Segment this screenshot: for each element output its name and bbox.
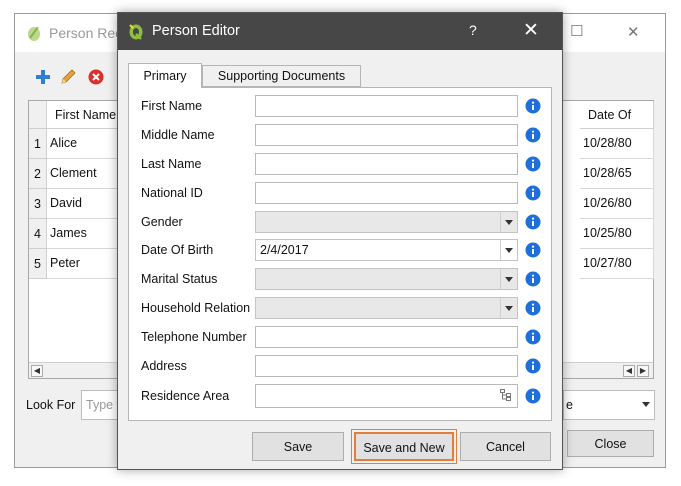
scroll-right-icon[interactable]: ▶ (637, 365, 649, 377)
close-icon[interactable]: ✕ (627, 23, 640, 41)
national-id-field[interactable] (255, 182, 518, 204)
middle-name-field[interactable] (255, 124, 518, 146)
save-button[interactable]: Save (252, 432, 344, 461)
gender-combo[interactable] (255, 211, 518, 233)
close-button[interactable]: Close (567, 430, 654, 457)
app-logo-icon (28, 26, 40, 41)
telephone-number-label: Telephone Number (141, 330, 247, 344)
date-of-birth-combo[interactable]: 2/4/2017 (255, 239, 518, 261)
search-column-combo[interactable]: e (563, 390, 655, 420)
chevron-down-icon (505, 248, 513, 253)
chevron-down-icon (505, 306, 513, 311)
household-relation-label: Household Relation (141, 301, 251, 315)
residence-area-label: Residence Area (141, 389, 230, 403)
last-name-label: Last Name (141, 157, 202, 171)
chevron-down-icon (505, 277, 513, 282)
gender-label: Gender (141, 215, 183, 229)
close-icon[interactable]: ✕ (523, 19, 539, 41)
tab-supporting-documents[interactable]: Supporting Documents (202, 65, 361, 87)
info-icon[interactable] (525, 388, 541, 404)
last-name-field[interactable] (255, 153, 518, 175)
table-cell-date[interactable]: 10/26/80 (580, 189, 654, 219)
date-of-birth-value: 2/4/2017 (260, 243, 309, 257)
person-editor-dialog: Person Editor ? ✕ Primary Supporting Doc… (117, 12, 563, 470)
info-icon[interactable] (525, 214, 541, 230)
look-for-label: Look For (26, 398, 76, 412)
delete-icon[interactable] (87, 68, 105, 86)
table-cell-date[interactable]: 10/25/80 (580, 219, 654, 249)
marital-status-label: Marital Status (141, 272, 218, 286)
info-icon[interactable] (525, 242, 541, 258)
household-relation-combo[interactable] (255, 297, 518, 319)
row-header[interactable]: 1 (29, 129, 47, 159)
info-icon[interactable] (525, 358, 541, 374)
tree-browse-icon[interactable] (500, 389, 513, 401)
info-icon[interactable] (525, 329, 541, 345)
save-and-new-button[interactable]: Save and New (351, 429, 457, 464)
telephone-number-field[interactable] (255, 326, 518, 348)
first-name-field[interactable] (255, 95, 518, 117)
address-field[interactable] (255, 355, 518, 377)
dialog-title: Person Editor (152, 23, 240, 39)
residence-area-field[interactable] (255, 384, 518, 408)
search-column-combo-value: e (566, 398, 573, 412)
cancel-button[interactable]: Cancel (460, 432, 551, 461)
middle-name-label: Middle Name (141, 128, 215, 142)
info-icon[interactable] (525, 271, 541, 287)
tab-primary[interactable]: Primary (128, 63, 202, 88)
first-name-label: First Name (141, 99, 203, 113)
column-header-date[interactable]: Date Of (580, 101, 654, 129)
help-icon[interactable]: ? (469, 22, 477, 38)
info-icon[interactable] (525, 156, 541, 172)
info-icon[interactable] (525, 300, 541, 316)
national-id-label: National ID (141, 186, 203, 200)
chevron-down-icon (642, 402, 650, 407)
row-header[interactable]: 3 (29, 189, 47, 219)
plus-icon[interactable] (34, 68, 52, 86)
info-icon[interactable] (525, 185, 541, 201)
table-cell-date[interactable]: 10/27/80 (580, 249, 654, 279)
row-header[interactable]: 4 (29, 219, 47, 249)
pencil-icon[interactable] (59, 68, 77, 86)
combo-button[interactable] (500, 240, 517, 260)
combo-button[interactable] (500, 212, 517, 232)
chevron-down-icon (505, 220, 513, 225)
background-window-title: Person Rec (49, 25, 123, 41)
info-icon[interactable] (525, 98, 541, 114)
scroll-left-icon[interactable]: ◀ (31, 365, 43, 377)
app-logo-icon (129, 24, 143, 40)
info-icon[interactable] (525, 127, 541, 143)
row-header[interactable]: 2 (29, 159, 47, 189)
table-corner (29, 101, 47, 129)
dialog-titlebar: Person Editor ? ✕ (118, 13, 562, 50)
address-label: Address (141, 359, 187, 373)
row-header[interactable]: 5 (29, 249, 47, 279)
look-for-input[interactable]: Type t (81, 390, 121, 420)
marital-status-combo[interactable] (255, 268, 518, 290)
maximize-icon[interactable]: ☐ (570, 22, 583, 40)
combo-button[interactable] (500, 298, 517, 318)
table-cell-date[interactable]: 10/28/80 (580, 129, 654, 159)
date-of-birth-label: Date Of Birth (141, 243, 214, 257)
table-cell-date[interactable]: 10/28/65 (580, 159, 654, 189)
scroll-left-icon[interactable]: ◀ (623, 365, 635, 377)
primary-tab-panel: First Name Middle Name Last Name Nationa… (128, 87, 552, 421)
combo-button[interactable] (500, 269, 517, 289)
